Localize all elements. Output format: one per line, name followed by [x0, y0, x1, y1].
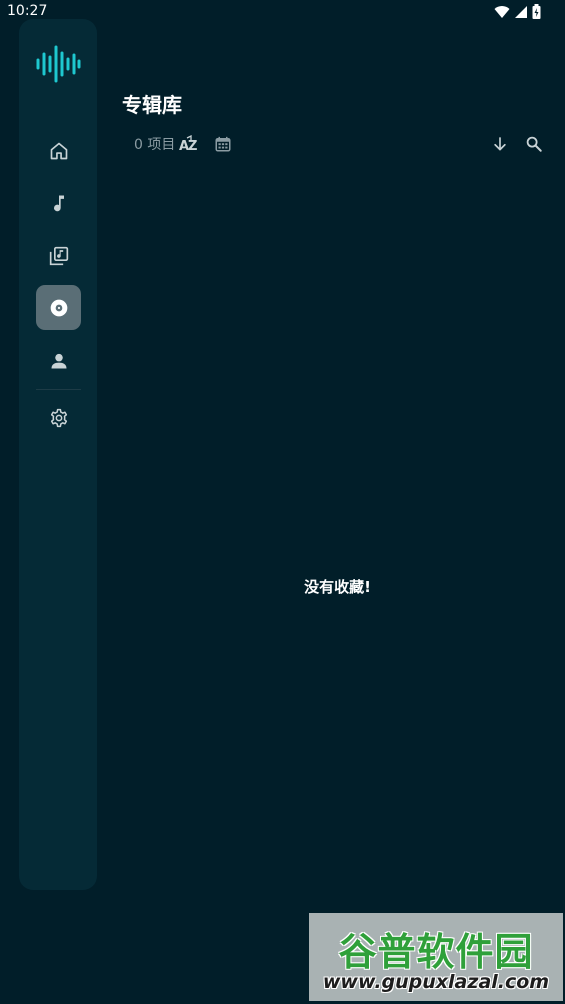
rail-divider [36, 389, 81, 390]
status-icons [494, 4, 541, 19]
sort-az-icon: A Z [179, 135, 197, 153]
wifi-icon [494, 5, 510, 18]
cellular-signal-icon [515, 5, 527, 18]
arrow-down-icon [494, 137, 506, 151]
album-disc-icon [50, 299, 67, 316]
nav-albums[interactable] [36, 285, 81, 330]
search-button[interactable] [522, 132, 546, 156]
watermark: 谷普软件园 www.gupuxlazal.com [309, 913, 563, 1001]
item-count: 0 项目 [134, 137, 176, 153]
person-icon [51, 353, 66, 368]
nav-playlists[interactable] [36, 233, 81, 278]
watermark-title: 谷普软件园 [338, 930, 534, 974]
battery-charging-icon [532, 4, 541, 19]
nav-home[interactable] [36, 128, 81, 173]
waveform-logo [36, 45, 81, 83]
music-note-icon [53, 195, 64, 211]
sort-direction-button[interactable] [488, 132, 512, 156]
watermark-url: www.gupuxlazal.com [322, 971, 550, 993]
calendar-icon [215, 136, 231, 152]
svg-text:Z: Z [188, 139, 197, 153]
library-toolbar: 0 项目 A Z [122, 132, 552, 156]
gear-icon [50, 408, 67, 427]
nav-settings[interactable] [36, 395, 81, 440]
music-library-icon [49, 246, 68, 265]
sort-alphabetical-button[interactable]: A Z [177, 132, 201, 156]
empty-state-message: 没有收藏! [304, 578, 371, 596]
page-title: 专辑库 [122, 93, 182, 117]
status-time: 10:27 [7, 3, 48, 19]
nav-artists[interactable] [36, 338, 81, 383]
home-icon [50, 142, 67, 159]
nav-songs[interactable] [36, 180, 81, 225]
sort-by-date-button[interactable] [211, 132, 235, 156]
navigation-rail [19, 19, 97, 890]
search-icon [526, 136, 542, 152]
